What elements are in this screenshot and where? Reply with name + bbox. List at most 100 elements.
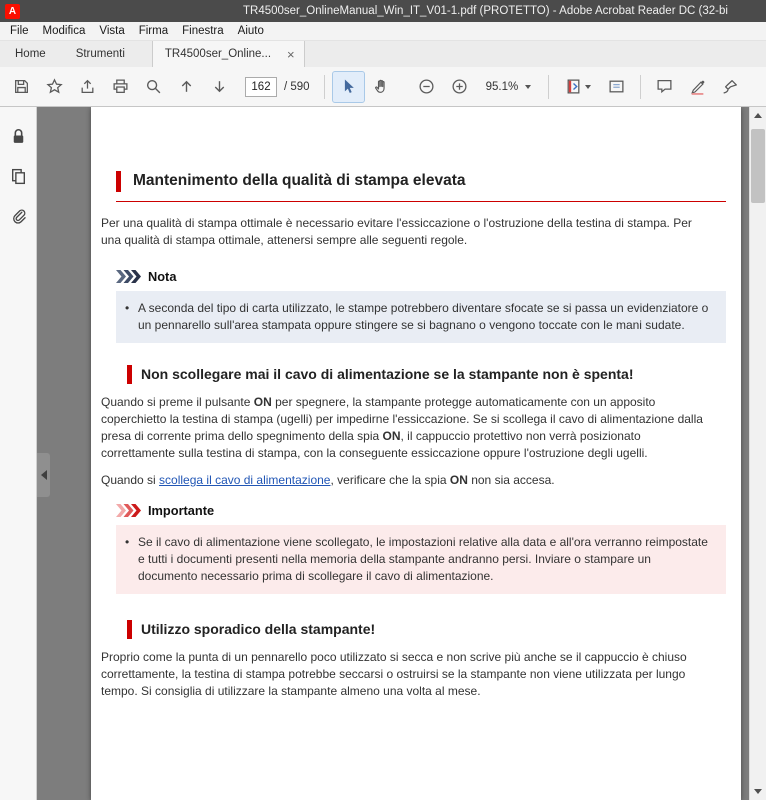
fill-sign-button[interactable]	[715, 72, 746, 102]
zoom-level-value: 95.1%	[485, 80, 519, 93]
highlight-button[interactable]	[682, 72, 713, 102]
panel-collapse-handle[interactable]	[37, 453, 50, 497]
comment-button[interactable]	[649, 72, 680, 102]
page-total-label: / 590	[284, 80, 310, 93]
document-tab-label: TR4500ser_Online...	[164, 48, 272, 60]
previous-page-button[interactable]	[171, 72, 202, 102]
triangle-down-icon	[754, 789, 762, 794]
important-box: • Se il cavo di alimentazione viene scol…	[116, 525, 726, 594]
heading-red-bar	[127, 365, 132, 384]
subsection-heading-block: Non scollegare mai il cavo di alimentazi…	[127, 365, 726, 384]
save-icon	[15, 80, 28, 93]
paperclip-icon	[12, 208, 26, 224]
scrollbar-thumb[interactable]	[751, 129, 765, 203]
adobe-reader-icon: A	[5, 3, 20, 19]
star-button[interactable]	[39, 72, 70, 102]
next-page-button[interactable]	[204, 72, 235, 102]
highlighter-icon	[691, 80, 705, 95]
hand-tool-icon	[374, 79, 385, 93]
note-header: Nota	[116, 269, 726, 284]
important-text: Se il cavo di alimentazione viene scolle…	[138, 535, 708, 583]
reading-mode-button[interactable]	[601, 72, 632, 102]
vertical-scrollbar[interactable]	[749, 107, 766, 800]
chevron-left-icon	[40, 470, 47, 480]
toolbar: 162 / 590 95.1%	[0, 67, 766, 107]
hand-tool-button[interactable]	[366, 72, 397, 102]
menu-modifica[interactable]: Modifica	[36, 22, 93, 40]
heading-red-bar	[127, 620, 132, 639]
content-region: Mantenimento della qualità di stampa ele…	[0, 107, 766, 800]
pages-icon	[11, 168, 25, 184]
close-icon[interactable]: ×	[287, 48, 295, 61]
menu-aiuto[interactable]: Aiuto	[231, 22, 271, 40]
reading-mode-icon	[609, 80, 624, 93]
page-title: Mantenimento della qualità di stampa ele…	[133, 172, 466, 190]
note-box: • A seconda del tipo di carta utilizzato…	[116, 291, 726, 343]
titlebar: A TR4500ser_OnlineManual_Win_IT_V01-1.pd…	[0, 0, 766, 22]
share-upload-icon	[81, 79, 94, 93]
page-display-icon	[567, 79, 580, 94]
print-icon	[113, 79, 128, 93]
paragraph-unplug: Quando si scollega il cavo di alimentazi…	[101, 473, 555, 487]
page-display-button[interactable]	[557, 72, 599, 102]
window-title: TR4500ser_OnlineManual_Win_IT_V01-1.pdf …	[243, 5, 728, 17]
unplug-power-cord-link[interactable]: scollega il cavo di alimentazione	[159, 473, 330, 487]
important-header: Importante	[116, 503, 726, 518]
comment-icon	[657, 80, 672, 94]
attachments-panel-button[interactable]	[3, 201, 33, 231]
zoom-out-icon	[419, 79, 434, 94]
bullet: •	[125, 301, 130, 315]
print-button[interactable]	[105, 72, 136, 102]
triangle-up-icon	[754, 113, 762, 118]
menu-vista[interactable]: Vista	[92, 22, 131, 40]
paragraph-infrequent-use: Proprio come la punta di un pennarello p…	[101, 650, 687, 698]
menu-firma[interactable]: Firma	[132, 22, 175, 40]
pdf-page: Mantenimento della qualità di stampa ele…	[91, 107, 741, 800]
tabbar: Home Strumenti TR4500ser_Online... ×	[0, 41, 766, 67]
left-sidebar	[0, 107, 37, 800]
star-icon	[46, 78, 63, 94]
menu-file[interactable]: File	[3, 22, 36, 40]
bullet: •	[125, 535, 130, 549]
lock-icon	[13, 128, 23, 143]
page-number-input[interactable]: 162	[245, 76, 277, 97]
heading-red-bar	[116, 171, 121, 192]
paragraph-power: Quando si preme il pulsante ON per spegn…	[101, 395, 703, 460]
zoom-out-button[interactable]	[411, 72, 442, 102]
note-text: A seconda del tipo di carta utilizzato, …	[138, 301, 709, 332]
zoom-level-dropdown[interactable]: 95.1%	[480, 75, 538, 99]
zoom-in-button[interactable]	[444, 72, 475, 102]
fill-sign-pen-icon	[723, 80, 738, 94]
page-up-icon	[181, 80, 192, 92]
protection-panel-button[interactable]	[3, 121, 33, 151]
chevron-down-icon	[525, 84, 532, 89]
tab-home[interactable]: Home	[0, 41, 61, 67]
note-label: Nota	[148, 269, 177, 284]
search-button[interactable]	[138, 72, 169, 102]
section-heading-block: Mantenimento della qualità di stampa ele…	[116, 171, 726, 202]
toolbar-divider	[640, 74, 642, 99]
scroll-down-button[interactable]	[750, 783, 766, 800]
zoom-in-icon	[452, 79, 467, 94]
tab-tools[interactable]: Strumenti	[61, 41, 140, 67]
important-chevrons-icon	[116, 504, 141, 517]
acrobat-reader-window: A TR4500ser_OnlineManual_Win_IT_V01-1.pd…	[0, 0, 766, 800]
save-button[interactable]	[6, 72, 37, 102]
pdf-page-content: Mantenimento della qualità di stampa ele…	[91, 107, 741, 700]
pages-panel-button[interactable]	[3, 161, 33, 191]
menubar: File Modifica Vista Firma Finestra Aiuto	[0, 22, 766, 41]
share-button[interactable]	[72, 72, 103, 102]
chevron-down-icon	[585, 84, 592, 89]
paragraph-intro: Per una qualità di stampa ottimale è nec…	[101, 216, 692, 247]
search-icon	[146, 79, 161, 94]
document-canvas: Mantenimento della qualità di stampa ele…	[37, 107, 749, 800]
note-chevrons-icon	[116, 270, 141, 283]
subsection-title: Utilizzo sporadico della stampante!	[141, 621, 376, 637]
tab-document[interactable]: TR4500ser_Online... ×	[151, 41, 305, 67]
selection-tool-button[interactable]	[331, 70, 365, 103]
subsection-title: Non scollegare mai il cavo di alimentazi…	[141, 366, 634, 382]
scroll-up-button[interactable]	[750, 107, 766, 124]
page-down-icon	[214, 81, 225, 93]
menu-finestra[interactable]: Finestra	[175, 22, 231, 40]
toolbar-divider	[548, 74, 550, 99]
